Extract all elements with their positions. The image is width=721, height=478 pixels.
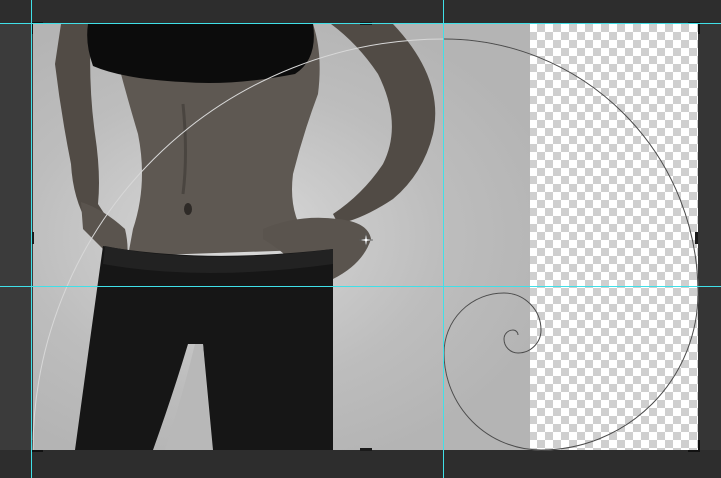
crop-corner-bottom-right[interactable] — [688, 440, 700, 452]
right-panel-edge — [698, 24, 721, 450]
figure-right-arm — [331, 24, 436, 224]
crop-handle-bottom[interactable] — [360, 448, 372, 451]
workspace-background — [0, 0, 721, 478]
crop-corner-bottom-left[interactable] — [31, 440, 43, 452]
photo-layer[interactable] — [33, 24, 530, 450]
left-panel-edge — [0, 24, 33, 450]
crop-corner-top-right[interactable] — [688, 22, 700, 34]
crosshair-move-icon — [358, 232, 374, 248]
crop-handle-right[interactable] — [695, 232, 698, 244]
photo-figure — [55, 24, 436, 450]
crop-handle-left[interactable] — [31, 232, 34, 244]
figure-black-top — [87, 24, 314, 83]
crop-corner-top-left[interactable] — [31, 22, 43, 34]
crop-handle-top[interactable] — [360, 22, 372, 25]
figure-navel — [184, 203, 192, 215]
